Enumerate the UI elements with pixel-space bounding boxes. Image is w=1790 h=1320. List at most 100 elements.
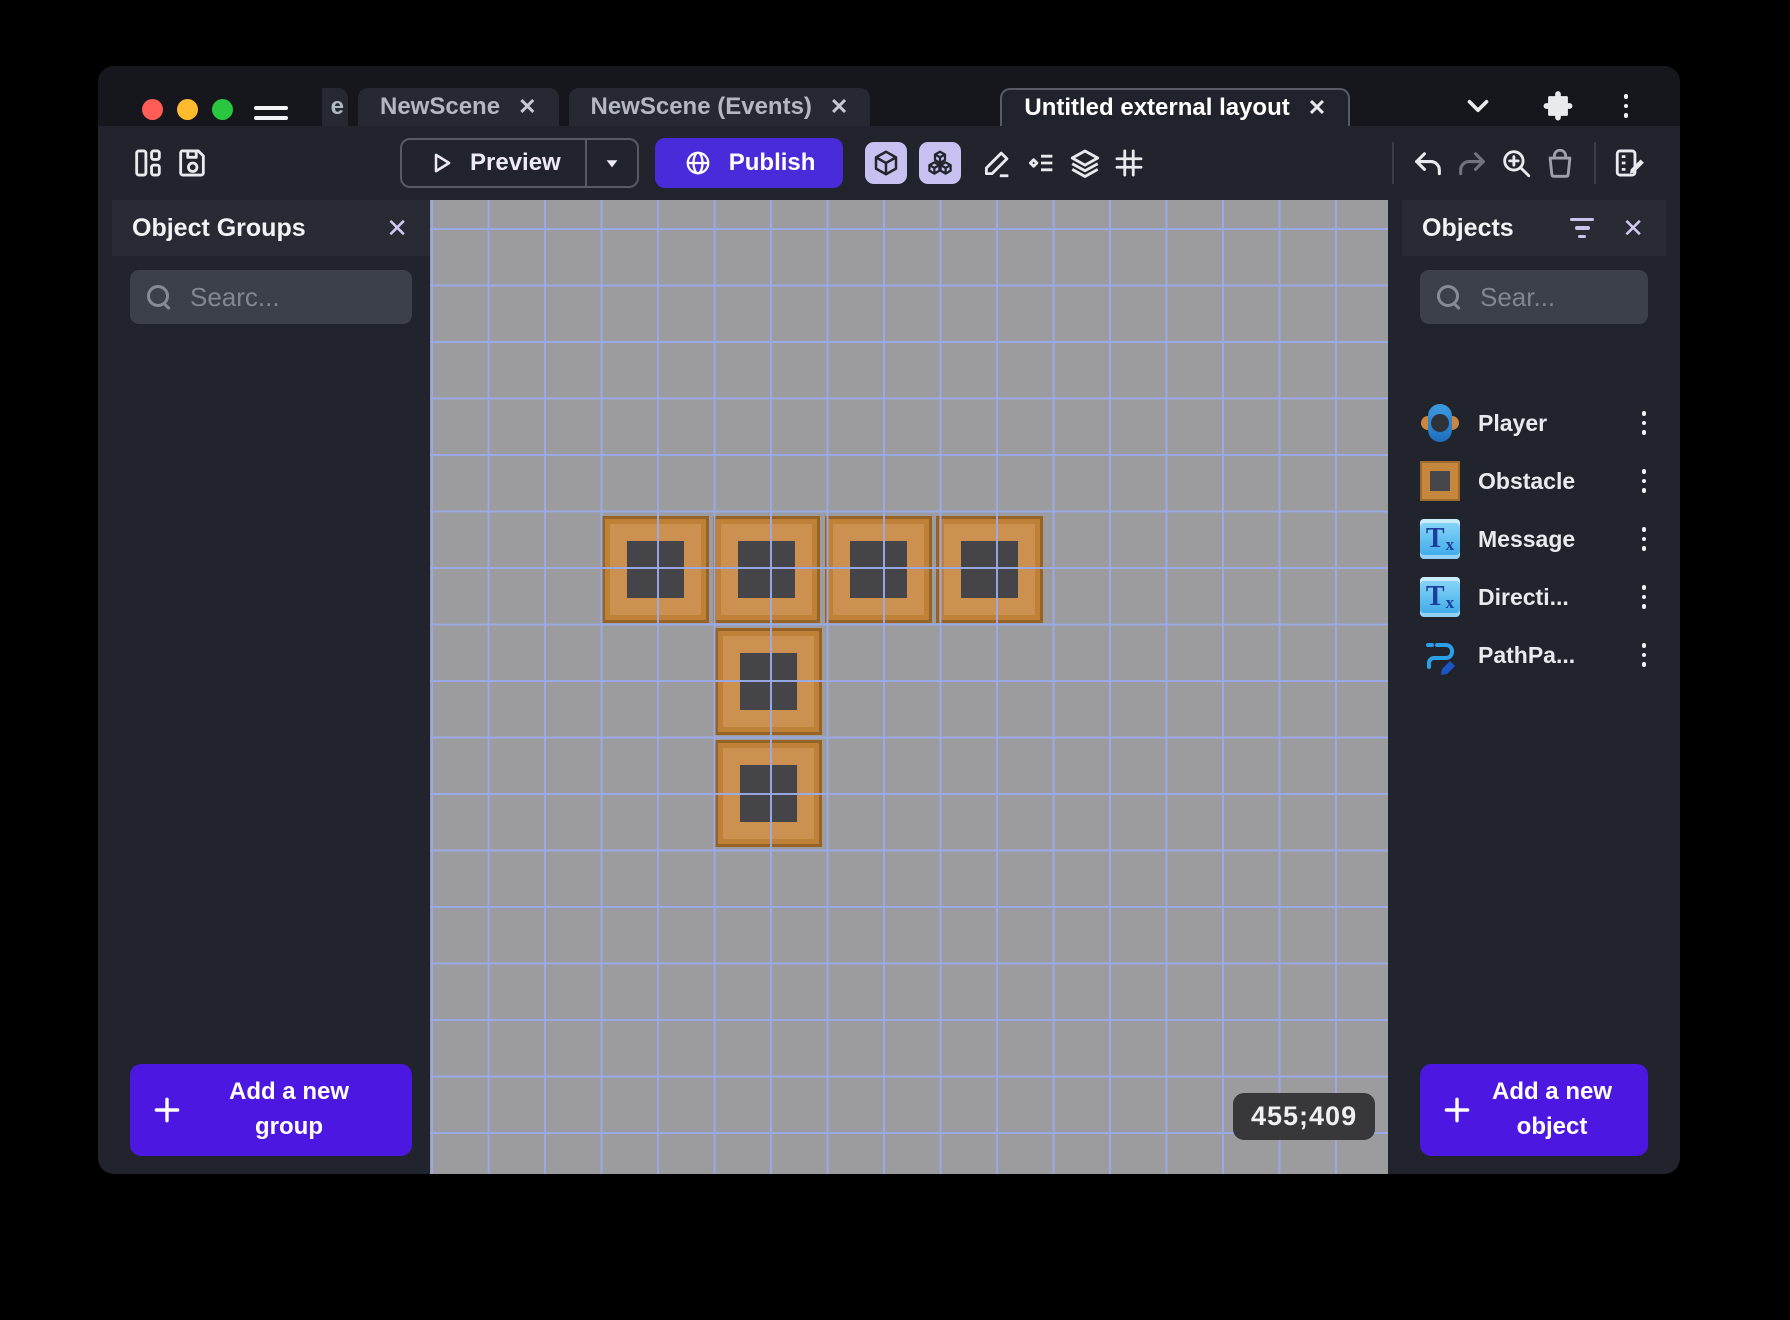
extensions-puzzle-icon[interactable] (1536, 82, 1580, 130)
tab-label: Untitled external layout (1024, 94, 1289, 122)
edit-pencil-icon[interactable] (975, 139, 1019, 187)
tab-newscene-events[interactable]: NewScene (Events) (569, 88, 871, 126)
objects-cube-toggle[interactable] (865, 142, 907, 184)
tab-label: e (331, 93, 344, 121)
panels-layout-icon[interactable] (126, 139, 170, 187)
grid-icon[interactable] (1107, 139, 1151, 187)
window-controls (142, 99, 233, 120)
kebab-menu-icon[interactable] (1636, 463, 1653, 499)
filter-icon[interactable] (1570, 218, 1594, 239)
object-row-player[interactable]: Player (1402, 394, 1666, 452)
search-input[interactable] (188, 281, 396, 314)
object-row-directions[interactable]: Tx Directi... (1402, 568, 1666, 626)
object-row-obstacle[interactable]: Obstacle (1402, 452, 1666, 510)
object-groups-search[interactable] (130, 270, 412, 324)
text-object-icon: Tx (1420, 519, 1460, 559)
toolbar-separator (1594, 142, 1596, 184)
toolbar-separator (1392, 142, 1394, 184)
object-groups-panel: Object Groups Add a new group (112, 200, 430, 1174)
preview-button-main[interactable]: Preview (402, 148, 585, 178)
tab-bar: e NewScene NewScene (Events) Untitled ex… (98, 66, 1680, 126)
zoom-in-icon[interactable] (1494, 139, 1538, 187)
kebab-menu-icon[interactable] (1636, 637, 1653, 673)
undo-icon[interactable] (1406, 139, 1450, 187)
object-label: PathPa... (1478, 642, 1618, 669)
object-label: Message (1478, 526, 1618, 553)
chevron-down-icon[interactable] (1456, 82, 1500, 130)
instances-cubes-toggle[interactable] (919, 142, 961, 184)
close-tab-icon[interactable] (518, 96, 536, 118)
kebab-menu-icon[interactable] (1636, 521, 1653, 557)
maximize-window-button[interactable] (212, 99, 233, 120)
tab-clipped[interactable]: e (322, 88, 348, 126)
object-groups-header: Object Groups (112, 200, 430, 256)
obstacle-tile[interactable] (715, 740, 822, 847)
close-tab-icon[interactable] (1308, 97, 1326, 119)
close-tab-icon[interactable] (830, 96, 848, 118)
objects-list: Player Obstacle Tx Message (1402, 324, 1666, 1064)
text-icon-glyph: T (1426, 583, 1445, 611)
kebab-menu-icon[interactable] (1636, 579, 1653, 615)
publish-label: Publish (729, 149, 816, 177)
player-icon (1420, 403, 1460, 443)
toolbar: Preview Publish (98, 126, 1680, 200)
tab-label: NewScene (Events) (591, 93, 812, 121)
add-group-button[interactable]: Add a new group (130, 1064, 412, 1156)
obstacle-tile[interactable] (936, 516, 1043, 623)
text-icon-glyph: x (1446, 536, 1455, 553)
close-panel-icon[interactable] (384, 213, 410, 244)
object-row-message[interactable]: Tx Message (1402, 510, 1666, 568)
close-window-button[interactable] (142, 99, 163, 120)
cursor-coordinates-badge: 455;409 (1233, 1093, 1375, 1140)
object-label: Directi... (1478, 584, 1618, 611)
object-groups-title: Object Groups (132, 214, 384, 243)
object-row-pathpaint[interactable]: PathPa... (1402, 626, 1666, 684)
tab-untitled-external-layout[interactable]: Untitled external layout (1000, 88, 1350, 126)
kebab-menu-icon[interactable] (1636, 405, 1653, 441)
obstacle-tile[interactable] (713, 516, 820, 623)
object-list-icon[interactable] (1019, 139, 1063, 187)
add-object-button[interactable]: Add a new object (1420, 1064, 1648, 1156)
tab-label: NewScene (380, 93, 500, 121)
object-label: Player (1478, 410, 1618, 437)
app-window: e NewScene NewScene (Events) Untitled ex… (98, 66, 1680, 1174)
obstacle-tile[interactable] (602, 516, 709, 623)
tab-newscene[interactable]: NewScene (358, 88, 559, 126)
preview-options-caret[interactable] (585, 140, 637, 186)
more-options-kebab-icon[interactable] (1604, 82, 1648, 130)
play-icon (426, 148, 456, 178)
layers-icon[interactable] (1063, 139, 1107, 187)
objects-panel: Objects Player Obstacle (1402, 200, 1666, 1174)
add-group-label: Add a new group (197, 1075, 387, 1145)
instances-cubes-icon (925, 148, 955, 178)
preview-label: Preview (470, 149, 561, 177)
objects-header: Objects (1402, 200, 1666, 256)
tiles-layer (430, 200, 1388, 1174)
redo-icon[interactable] (1450, 139, 1494, 187)
add-object-label: Add a new object (1482, 1075, 1628, 1145)
edit-scene-events-icon[interactable] (1608, 139, 1652, 187)
search-icon (146, 284, 172, 310)
cube-3d-icon (871, 148, 901, 178)
main-area: Object Groups Add a new group 455;409 Ob… (98, 200, 1680, 1174)
scene-canvas[interactable]: 455;409 (430, 200, 1388, 1174)
save-icon[interactable] (170, 139, 214, 187)
caret-down-icon (599, 150, 625, 176)
object-groups-list (112, 324, 430, 1064)
publish-button[interactable]: Publish (655, 138, 844, 188)
close-panel-icon[interactable] (1620, 213, 1646, 244)
minimize-window-button[interactable] (177, 99, 198, 120)
obstacle-tile[interactable] (715, 628, 822, 735)
tab-strip: e NewScene NewScene (Events) Untitled ex… (322, 88, 1350, 126)
plus-icon (1440, 1093, 1474, 1127)
trash-icon[interactable] (1538, 139, 1582, 187)
search-input[interactable] (1478, 281, 1632, 314)
text-object-icon: Tx (1420, 577, 1460, 617)
text-icon-glyph: x (1446, 594, 1455, 611)
preview-button[interactable]: Preview (400, 138, 639, 188)
obstacle-tile[interactable] (825, 516, 932, 623)
plus-icon (150, 1093, 184, 1127)
text-icon-glyph: T (1426, 525, 1445, 553)
search-icon (1436, 284, 1462, 310)
objects-search[interactable] (1420, 270, 1648, 324)
